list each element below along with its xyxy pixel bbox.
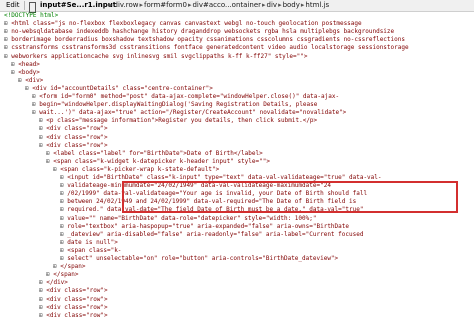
dom-node-text: </span> xyxy=(60,263,86,271)
dom-node-text: begin="windowHelper.displayWaitingDialog… xyxy=(39,101,318,109)
dom-node-line[interactable]: ⊞ wait...')" data-ajax="true" action="/R… xyxy=(32,109,346,117)
dom-node-line[interactable]: ⊞ <div class="row"> xyxy=(39,296,108,304)
breadcrumb: ▸div.row▸form#form0▸div#acco...ontainer▸… xyxy=(108,0,329,11)
dom-node-text: wait...')" data-ajax="true" action="/Reg… xyxy=(39,109,347,117)
dom-node-text: no-websqldatabase indexeddb hashchange h… xyxy=(11,28,395,36)
dom-node-text: date is null"> xyxy=(67,238,118,246)
dom-node-line[interactable]: ⊞ </span> xyxy=(46,271,79,279)
dom-node-line[interactable]: ⊞ date is null"> xyxy=(60,239,118,247)
dom-node-text: <p class="message information">Register … xyxy=(46,117,318,125)
dom-tree: <!DOCTYPE html> ⊞ <html class="js no-flex… xyxy=(0,12,474,324)
dom-node-text: select" unselectable="on" role="button" … xyxy=(67,255,339,262)
dom-node-line[interactable]: ⊞ <div> xyxy=(18,77,43,85)
dom-node-text: webworkers applicationcache svg inlinesv… xyxy=(11,52,308,60)
dom-node-text: </span> xyxy=(53,271,79,279)
dom-node-text: csstransforms csstransforms3d csstransit… xyxy=(11,44,409,52)
dom-node-line[interactable]: ⊞ <span class="k- xyxy=(60,247,121,255)
dom-node-text: <div class="row"> xyxy=(46,295,108,303)
dom-node-line[interactable]: ⊞ csstransforms csstransforms3d csstrans… xyxy=(4,44,409,52)
dom-node-line[interactable]: ⊞ <div class="row"> xyxy=(39,312,108,320)
dom-node-text: <div class="row"> xyxy=(46,125,108,133)
dom-node-line[interactable]: ⊞ <p class="message information">Registe… xyxy=(39,117,317,125)
dom-node-line[interactable]: ⊞ _dateview" aria-disabled="false" aria-… xyxy=(60,231,363,239)
dom-node-line[interactable]: ⊞ borderimage borderradius boxshadow tex… xyxy=(4,36,405,44)
dom-node-line[interactable]: ⊞ <html class="js no-flexbox flexboxlega… xyxy=(4,20,362,28)
breadcrumb-item[interactable]: div.row xyxy=(114,1,139,9)
dom-node-line[interactable]: ⊞ value="" name="BirthDate" data-role="d… xyxy=(60,215,316,223)
dom-node-text: <!DOCTYPE html> xyxy=(4,12,59,19)
edit-button[interactable]: Edit xyxy=(6,0,20,11)
dom-node-text: borderimage borderradius boxshadow texts… xyxy=(11,36,405,44)
breadcrumb-item[interactable]: div xyxy=(267,1,278,9)
dom-node-line[interactable]: ⊞ <head> xyxy=(11,61,40,69)
dom-node-text: <div class="row"> xyxy=(46,141,108,149)
dom-node-line[interactable]: ⊞ </span> xyxy=(53,263,86,271)
dom-node-line[interactable]: ⊞ <form id="form0" method="post" data-aj… xyxy=(32,93,339,101)
dom-node-text: <span class="k-widget k-datepicker k-hea… xyxy=(53,157,270,165)
dom-node-text: <span class="k-picker-wrap k-state-defau… xyxy=(60,165,220,173)
dom-node-text: <span class="k- xyxy=(67,246,122,254)
dom-node-text: <html class="js no-flexbox flexboxlegacy… xyxy=(11,20,362,28)
dom-node-text: <body> xyxy=(18,68,40,76)
dom-node-text: <div class="row"> xyxy=(46,287,108,295)
highlight-box xyxy=(122,181,458,213)
dom-node-line[interactable]: ⊞ webworkers applicationcache svg inline… xyxy=(4,53,307,61)
dom-node-line[interactable]: ⊞ <div class="row"> xyxy=(39,287,108,295)
dom-node-line[interactable]: ⊞ select" unselectable="on" role="button… xyxy=(60,255,338,263)
dom-node-line[interactable]: ⊞ <div class="row"> xyxy=(39,134,108,142)
dom-node-text: <div class="row"> xyxy=(46,303,108,311)
breadcrumb-item[interactable]: html.js xyxy=(305,1,329,9)
dom-node-line[interactable]: ⊞ role="textbox" aria-haspopup="true" ar… xyxy=(60,223,349,231)
dom-node-text: role="textbox" aria-haspopup="true" aria… xyxy=(67,222,349,230)
toolbar-divider xyxy=(24,1,25,10)
dom-node-text: <head> xyxy=(18,60,40,68)
dom-node-line[interactable]: ⊞ <body> xyxy=(11,69,40,77)
dom-node-text: </div> xyxy=(46,279,68,287)
dom-node-line[interactable]: ⊞ <label class="label" for="BirthDate">D… xyxy=(46,150,263,158)
dom-node-text: _dateview" aria-disabled="false" aria-re… xyxy=(67,230,364,238)
dom-node-line[interactable]: ⊞ begin="windowHelper.displayWaitingDial… xyxy=(32,101,317,109)
dom-node-text: value="" name="BirthDate" data-role="dat… xyxy=(67,214,317,222)
dom-node-line[interactable]: ⊞ <span class="k-widget k-datepicker k-h… xyxy=(46,158,270,166)
dom-node-line[interactable]: ⊞ no-websqldatabase indexeddb hashchange… xyxy=(4,28,394,36)
dom-node-text: <div class="row"> xyxy=(46,133,108,141)
dom-node-line[interactable]: ⊞ <div class="row"> xyxy=(39,125,108,133)
inspector-toolbar: Edit input#Se...r1.input ▸div.row▸form#f… xyxy=(0,0,474,13)
dom-node-text: <div> xyxy=(25,76,44,84)
dom-node-line[interactable]: ⊞ <span class="k-picker-wrap k-state-def… xyxy=(53,166,219,174)
dom-node-text: <div id="accountDetails" class="centre-c… xyxy=(32,84,213,92)
selected-node-breadcrumb[interactable]: input#Se...r1.input xyxy=(40,0,116,11)
dom-node-line[interactable]: ⊞ <div id="accountDetails" class="centre… xyxy=(25,85,213,93)
dom-node-text: <input id="BirthDate" class="k-input" ty… xyxy=(67,174,382,181)
breadcrumb-item[interactable]: form#form0 xyxy=(144,1,187,9)
dom-node-line[interactable]: <!DOCTYPE html> xyxy=(4,12,58,20)
breadcrumb-item[interactable]: body xyxy=(283,1,300,9)
devtools-panel: Edit input#Se...r1.input ▸div.row▸form#f… xyxy=(0,0,474,324)
breadcrumb-item[interactable]: div#acco...ontainer xyxy=(192,1,261,9)
dom-node-line[interactable]: ⊞ <div class="row"> xyxy=(39,142,108,150)
dom-node-text: <label class="label" for="BirthDate">Dat… xyxy=(53,149,263,157)
dom-node-text: <div class="row"> xyxy=(46,311,108,319)
dom-node-line[interactable]: ⊞ </div> xyxy=(39,279,68,287)
dom-node-line[interactable]: ⊞ <div class="row"> xyxy=(39,304,108,312)
dom-node-text: <form id="form0" method="post" data-ajax… xyxy=(39,93,340,100)
